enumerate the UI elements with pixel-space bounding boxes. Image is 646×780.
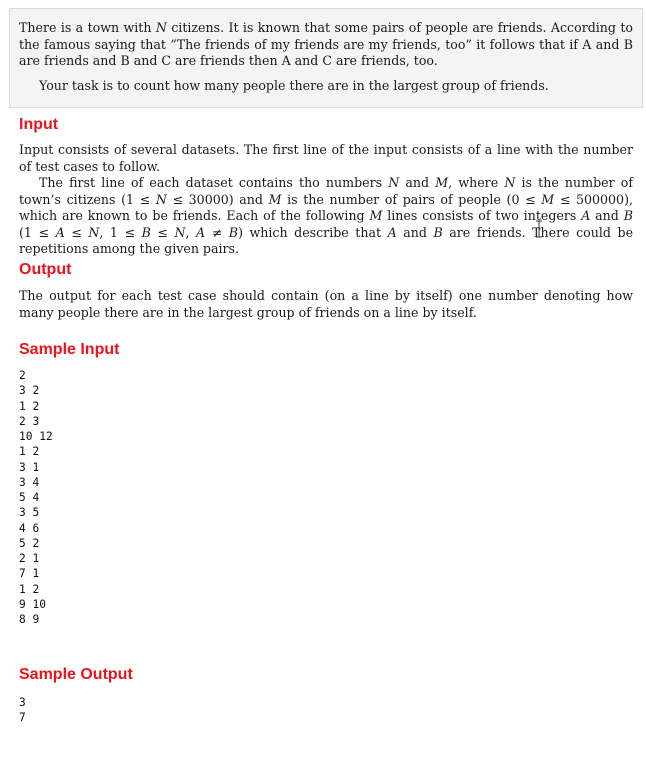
sample-input-line: 8 9 bbox=[19, 613, 40, 626]
sample-input-line: 1 2 bbox=[19, 399, 40, 413]
sample-output-line: 7 bbox=[19, 711, 26, 725]
sample-input-line: 3 4 bbox=[19, 475, 40, 489]
sample-input-line: 2 bbox=[19, 369, 26, 382]
sample-input-line: 2 1 bbox=[19, 552, 40, 565]
input-paragraph-2: The first line of each dataset contains … bbox=[19, 175, 634, 257]
sample-output-heading: Sample Output bbox=[19, 666, 133, 683]
sample-input-line: 7 1 bbox=[19, 567, 40, 581]
sample-output-code: 37 bbox=[19, 695, 26, 726]
sample-input-line: 3 2 bbox=[19, 384, 40, 398]
sample-input-line: 5 4 bbox=[19, 491, 40, 504]
sample-input-code: 23 21 22 3 10 12 1 23 13 45 43 54 65 22 17… bbox=[19, 368, 53, 627]
sample-input-line: 1 2 bbox=[19, 445, 40, 459]
problem-page: There is a town with N citizens. It is k… bbox=[0, 0, 646, 780]
statement-paragraph-2: Your task is to count how many people th… bbox=[39, 78, 549, 93]
sample-input-line: 2 3 bbox=[19, 414, 40, 428]
sample-input-line: 4 6 bbox=[19, 521, 40, 535]
statement-paragraph-1: There is a town with N citizens. It is k… bbox=[19, 20, 633, 69]
sample-input-line: 9 10 bbox=[19, 597, 46, 611]
input-heading: Input bbox=[19, 116, 59, 133]
text-cursor-icon bbox=[536, 220, 542, 238]
sample-output-line: 3 bbox=[19, 696, 26, 709]
sample-input-line: 5 2 bbox=[19, 536, 40, 550]
sample-input-line: 10 12 bbox=[19, 430, 53, 443]
output-heading: Output bbox=[19, 261, 72, 278]
sample-input-heading: Sample Input bbox=[19, 341, 120, 358]
sample-input-line: 1 2 bbox=[19, 582, 40, 596]
sample-input-line: 3 5 bbox=[19, 506, 40, 520]
input-paragraph-1: Input consists of several datasets. The … bbox=[19, 142, 633, 174]
sample-input-line: 3 1 bbox=[19, 460, 40, 474]
output-paragraph-1: The output for each test case should con… bbox=[19, 288, 633, 320]
